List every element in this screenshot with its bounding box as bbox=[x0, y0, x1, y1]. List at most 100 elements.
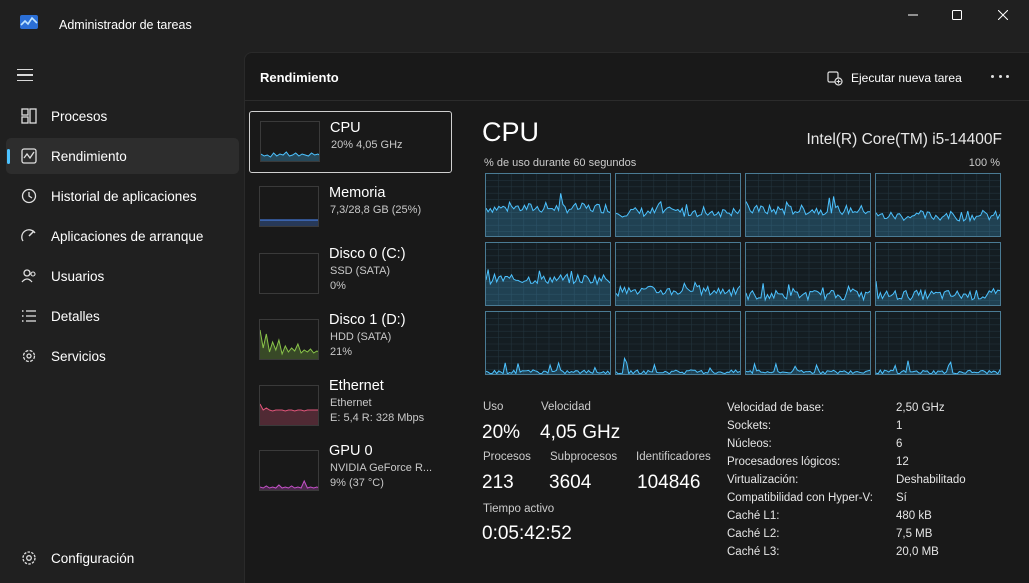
threads-value: 3604 bbox=[549, 472, 592, 493]
device-name: Disco 0 (C:) bbox=[329, 246, 406, 262]
core-graph bbox=[875, 173, 1001, 237]
device-item-ethernet[interactable]: Ethernet Ethernet E: 5,4 R: 328 Mbps bbox=[249, 374, 452, 436]
spec-label: Procesadores lógicos: bbox=[727, 456, 841, 468]
nav-item-procesos[interactable]: Procesos bbox=[6, 98, 239, 134]
core-graph bbox=[745, 173, 871, 237]
minimize-icon bbox=[908, 14, 918, 16]
spec-value: 480 kB bbox=[896, 510, 932, 522]
spec-value: 1 bbox=[896, 420, 903, 432]
handles-label: Identificadores bbox=[636, 451, 711, 463]
core-graph bbox=[875, 311, 1001, 375]
device-detail: 7,3/28,8 GB (25%) bbox=[330, 204, 422, 216]
device-item-memoria[interactable]: Memoria 7,3/28,8 GB (25%) bbox=[249, 177, 452, 239]
settings-gear-icon bbox=[22, 551, 36, 565]
device-detail: NVIDIA GeForce R... bbox=[330, 462, 433, 474]
nav-label: Detalles bbox=[51, 309, 100, 324]
device-thumbnail-graph bbox=[259, 385, 319, 426]
device-detail: SSD (SATA) bbox=[330, 265, 391, 277]
device-name: Ethernet bbox=[329, 378, 384, 394]
device-detail-secondary: 0% bbox=[330, 280, 346, 292]
core-graph bbox=[485, 173, 611, 237]
usage-label: Uso bbox=[483, 401, 504, 413]
device-detail: HDD (SATA) bbox=[330, 331, 392, 343]
title-bar[interactable]: Administrador de tareas bbox=[0, 0, 1029, 48]
device-item-disco-0-c[interactable]: Disco 0 (C:) SSD (SATA) 0% bbox=[249, 242, 452, 304]
device-thumbnail-graph bbox=[260, 121, 320, 162]
device-item-gpu-0[interactable]: GPU 0 NVIDIA GeForce R... 9% (37 °C) bbox=[249, 439, 452, 501]
services-icon bbox=[22, 349, 36, 363]
spec-value: Deshabilitado bbox=[896, 474, 966, 486]
details-icon bbox=[22, 310, 36, 322]
speed-value: 4,05 GHz bbox=[540, 422, 621, 443]
nav-label: Procesos bbox=[51, 109, 108, 124]
device-item-disco-1-d[interactable]: Disco 1 (D:) HDD (SATA) 21% bbox=[249, 308, 452, 370]
device-name: Disco 1 (D:) bbox=[329, 312, 406, 328]
nav-item-arranque[interactable]: Aplicaciones de arranque bbox=[6, 218, 239, 254]
speed-label: Velocidad bbox=[541, 401, 591, 413]
usage-max: 100 % bbox=[968, 157, 1000, 169]
device-detail: 20% 4,05 GHz bbox=[331, 139, 403, 151]
nav-item-servicios[interactable]: Servicios bbox=[6, 338, 239, 374]
nav-label: Aplicaciones de arranque bbox=[51, 229, 204, 244]
close-icon bbox=[998, 10, 1008, 20]
spec-label: Caché L2: bbox=[727, 528, 780, 540]
device-thumbnail-graph bbox=[259, 186, 319, 227]
run-new-task-button[interactable]: Ejecutar nueva tarea bbox=[827, 68, 962, 88]
device-detail-secondary: 9% (37 °C) bbox=[330, 477, 384, 489]
more-options-button[interactable] bbox=[991, 75, 1009, 79]
page-title: Rendimiento bbox=[260, 70, 339, 85]
history-icon bbox=[21, 188, 37, 204]
nav-label: Historial de aplicaciones bbox=[51, 189, 197, 204]
nav-item-configuracion[interactable]: Configuración bbox=[6, 540, 239, 576]
device-name: GPU 0 bbox=[329, 443, 373, 459]
usage-caption: % de uso durante 60 segundos bbox=[484, 157, 637, 169]
nav-item-usuarios[interactable]: Usuarios bbox=[6, 258, 239, 294]
device-name: Memoria bbox=[329, 185, 386, 201]
spec-label: Caché L1: bbox=[727, 510, 780, 522]
spec-value: 12 bbox=[896, 456, 909, 468]
task-manager-app-icon bbox=[20, 15, 38, 29]
new-task-icon bbox=[827, 71, 843, 86]
nav-label: Configuración bbox=[51, 551, 135, 566]
spec-label: Virtualización: bbox=[727, 474, 799, 486]
core-graph bbox=[615, 242, 741, 306]
page-header: Rendimiento Ejecutar nueva tarea bbox=[245, 53, 1029, 101]
processes-label: Procesos bbox=[483, 451, 531, 463]
users-icon bbox=[21, 269, 36, 283]
spec-value: 7,5 MB bbox=[896, 528, 933, 540]
startup-icon bbox=[21, 229, 36, 242]
core-graph bbox=[875, 242, 1001, 306]
core-graph bbox=[485, 242, 611, 306]
threads-label: Subprocesos bbox=[550, 451, 618, 463]
nav-item-detalles[interactable]: Detalles bbox=[6, 298, 239, 334]
main-panel: Rendimiento Ejecutar nueva tarea CPU 20% … bbox=[244, 52, 1029, 583]
core-graph bbox=[745, 242, 871, 306]
hamburger-menu-button[interactable] bbox=[17, 66, 37, 84]
core-usage-grid bbox=[485, 173, 1001, 377]
device-detail: Ethernet bbox=[330, 397, 372, 409]
uptime-label: Tiempo activo bbox=[483, 503, 555, 515]
spec-label: Caché L3: bbox=[727, 546, 780, 558]
nav-label: Usuarios bbox=[51, 269, 105, 284]
spec-value: 6 bbox=[896, 438, 903, 450]
core-graph bbox=[485, 311, 611, 375]
active-indicator bbox=[7, 149, 10, 164]
core-graph bbox=[615, 173, 741, 237]
core-graph bbox=[615, 311, 741, 375]
cpu-title: CPU bbox=[482, 117, 540, 147]
spec-value: Sí bbox=[896, 492, 907, 504]
close-button[interactable] bbox=[980, 0, 1026, 30]
nav-item-historial[interactable]: Historial de aplicaciones bbox=[6, 178, 239, 214]
minimize-button[interactable] bbox=[890, 0, 936, 30]
maximize-button[interactable] bbox=[934, 0, 980, 30]
device-thumbnail-graph bbox=[259, 319, 319, 360]
device-detail-secondary: 21% bbox=[330, 346, 353, 358]
nav-item-rendimiento[interactable]: Rendimiento bbox=[6, 138, 239, 174]
run-new-task-label: Ejecutar nueva tarea bbox=[851, 71, 962, 85]
spec-value: 2,50 GHz bbox=[896, 402, 945, 414]
device-thumbnail-graph bbox=[259, 253, 319, 294]
device-detail-secondary: E: 5,4 R: 328 Mbps bbox=[330, 412, 425, 424]
device-item-cpu[interactable]: CPU 20% 4,05 GHz bbox=[249, 111, 452, 173]
usage-value: 20% bbox=[482, 422, 521, 443]
handles-value: 104846 bbox=[637, 472, 701, 493]
